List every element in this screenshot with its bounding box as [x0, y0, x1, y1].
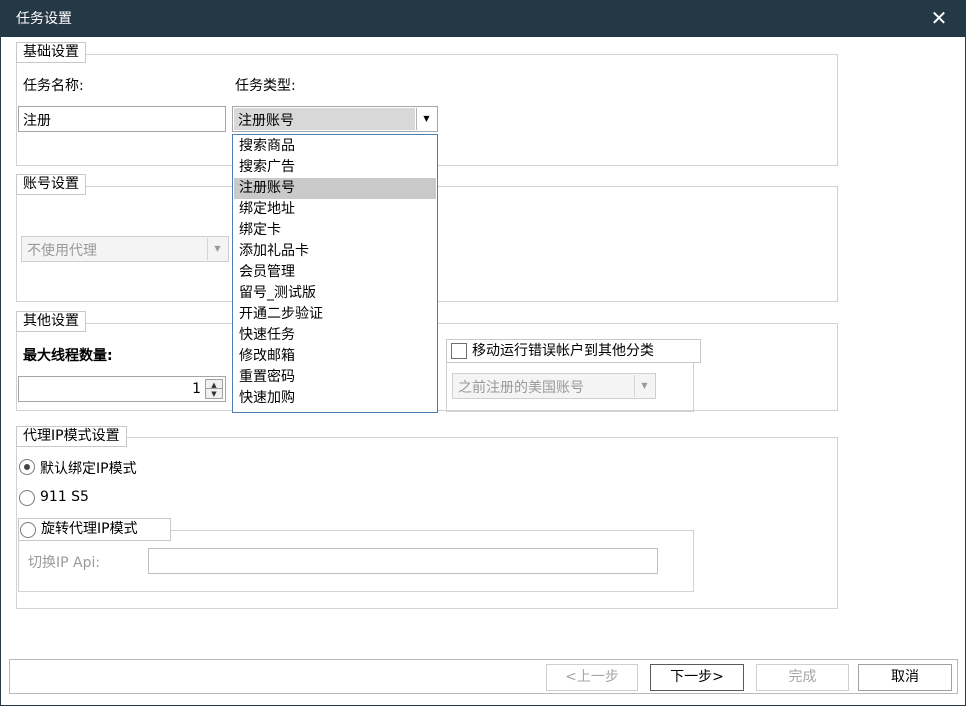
- dropdown-option[interactable]: 添加礼品卡: [234, 241, 436, 262]
- radio-911-s5[interactable]: [19, 490, 35, 506]
- max-threads-stepper[interactable]: 1 ▲ ▼: [18, 376, 226, 402]
- radio-default-ip[interactable]: [19, 459, 35, 475]
- close-icon[interactable]: ✕: [925, 6, 953, 30]
- chevron-down-icon[interactable]: ▼: [207, 238, 227, 260]
- task-type-dropdown: 搜索商品 搜索广告 注册账号 绑定地址 绑定卡 添加礼品卡 会员管理 留号_测试…: [232, 134, 438, 413]
- finish-button[interactable]: 完成: [756, 664, 849, 691]
- switch-ip-api-label: 切换IP Api:: [28, 555, 101, 571]
- proxy-ip-legend: 代理IP模式设置: [16, 426, 127, 447]
- next-step-button[interactable]: 下一步>: [650, 664, 744, 691]
- radio-dot: [24, 464, 30, 470]
- prev-step-button[interactable]: <上一步: [546, 664, 638, 691]
- task-name-input[interactable]: 注册: [18, 106, 226, 132]
- dropdown-option[interactable]: 开通二步验证: [234, 304, 436, 325]
- radio-default-ip-label[interactable]: 默认绑定IP模式: [40, 458, 137, 478]
- cancel-button[interactable]: 取消: [858, 664, 952, 691]
- chevron-down-icon[interactable]: ▼: [634, 375, 654, 397]
- dropdown-option[interactable]: 重置密码: [234, 367, 436, 388]
- radio-911-s5-label[interactable]: 911 S5: [40, 489, 89, 505]
- dropdown-option[interactable]: 搜索广告: [234, 157, 436, 178]
- other-settings-legend: 其他设置: [16, 311, 86, 332]
- dropdown-option-selected[interactable]: 注册账号: [234, 178, 436, 199]
- move-accounts-legend: 移动运行错误帐户到其他分类: [446, 339, 701, 363]
- dropdown-option[interactable]: 留号_测试版: [234, 283, 436, 304]
- task-type-label: 任务类型:: [235, 78, 296, 94]
- title-bar: 任务设置 ✕: [0, 0, 966, 37]
- category-select[interactable]: 之前注册的美国账号 ▼: [452, 373, 656, 399]
- proxy-select[interactable]: 不使用代理 ▼: [21, 236, 229, 262]
- dropdown-option[interactable]: 绑定卡: [234, 220, 436, 241]
- rotate-proxy-legend: 旋转代理IP模式: [18, 518, 171, 541]
- dropdown-option[interactable]: 快速加购: [234, 388, 436, 409]
- max-threads-label: 最大线程数量:: [23, 348, 113, 364]
- dropdown-option[interactable]: 绑定地址: [234, 199, 436, 220]
- switch-ip-api-input[interactable]: [148, 548, 658, 574]
- dropdown-option[interactable]: 快速任务: [234, 325, 436, 346]
- max-threads-value: 1: [192, 381, 201, 397]
- radio-rotate-ip[interactable]: [20, 522, 36, 538]
- stepper-down-icon[interactable]: ▼: [206, 389, 222, 398]
- move-accounts-checkbox[interactable]: [451, 343, 467, 359]
- proxy-value: 不使用代理: [23, 238, 206, 260]
- stepper-up-icon[interactable]: ▲: [206, 380, 222, 389]
- task-type-select[interactable]: 注册账号 ▼: [232, 106, 438, 132]
- window-title: 任务设置: [16, 11, 72, 27]
- dropdown-option[interactable]: 会员管理: [234, 262, 436, 283]
- stepper-buttons: ▲ ▼: [205, 379, 223, 399]
- dropdown-option[interactable]: 修改邮箱: [234, 346, 436, 367]
- account-settings-legend: 账号设置: [16, 174, 86, 195]
- basic-settings-legend: 基础设置: [16, 42, 86, 63]
- radio-rotate-ip-label[interactable]: 旋转代理IP模式: [41, 520, 138, 539]
- chevron-down-icon[interactable]: ▼: [416, 108, 436, 130]
- move-accounts-label: 移动运行错误帐户到其他分类: [472, 343, 654, 359]
- dropdown-option[interactable]: 搜索商品: [234, 136, 436, 157]
- task-type-value: 注册账号: [234, 108, 415, 130]
- task-name-label: 任务名称:: [23, 78, 84, 94]
- category-value: 之前注册的美国账号: [454, 375, 633, 397]
